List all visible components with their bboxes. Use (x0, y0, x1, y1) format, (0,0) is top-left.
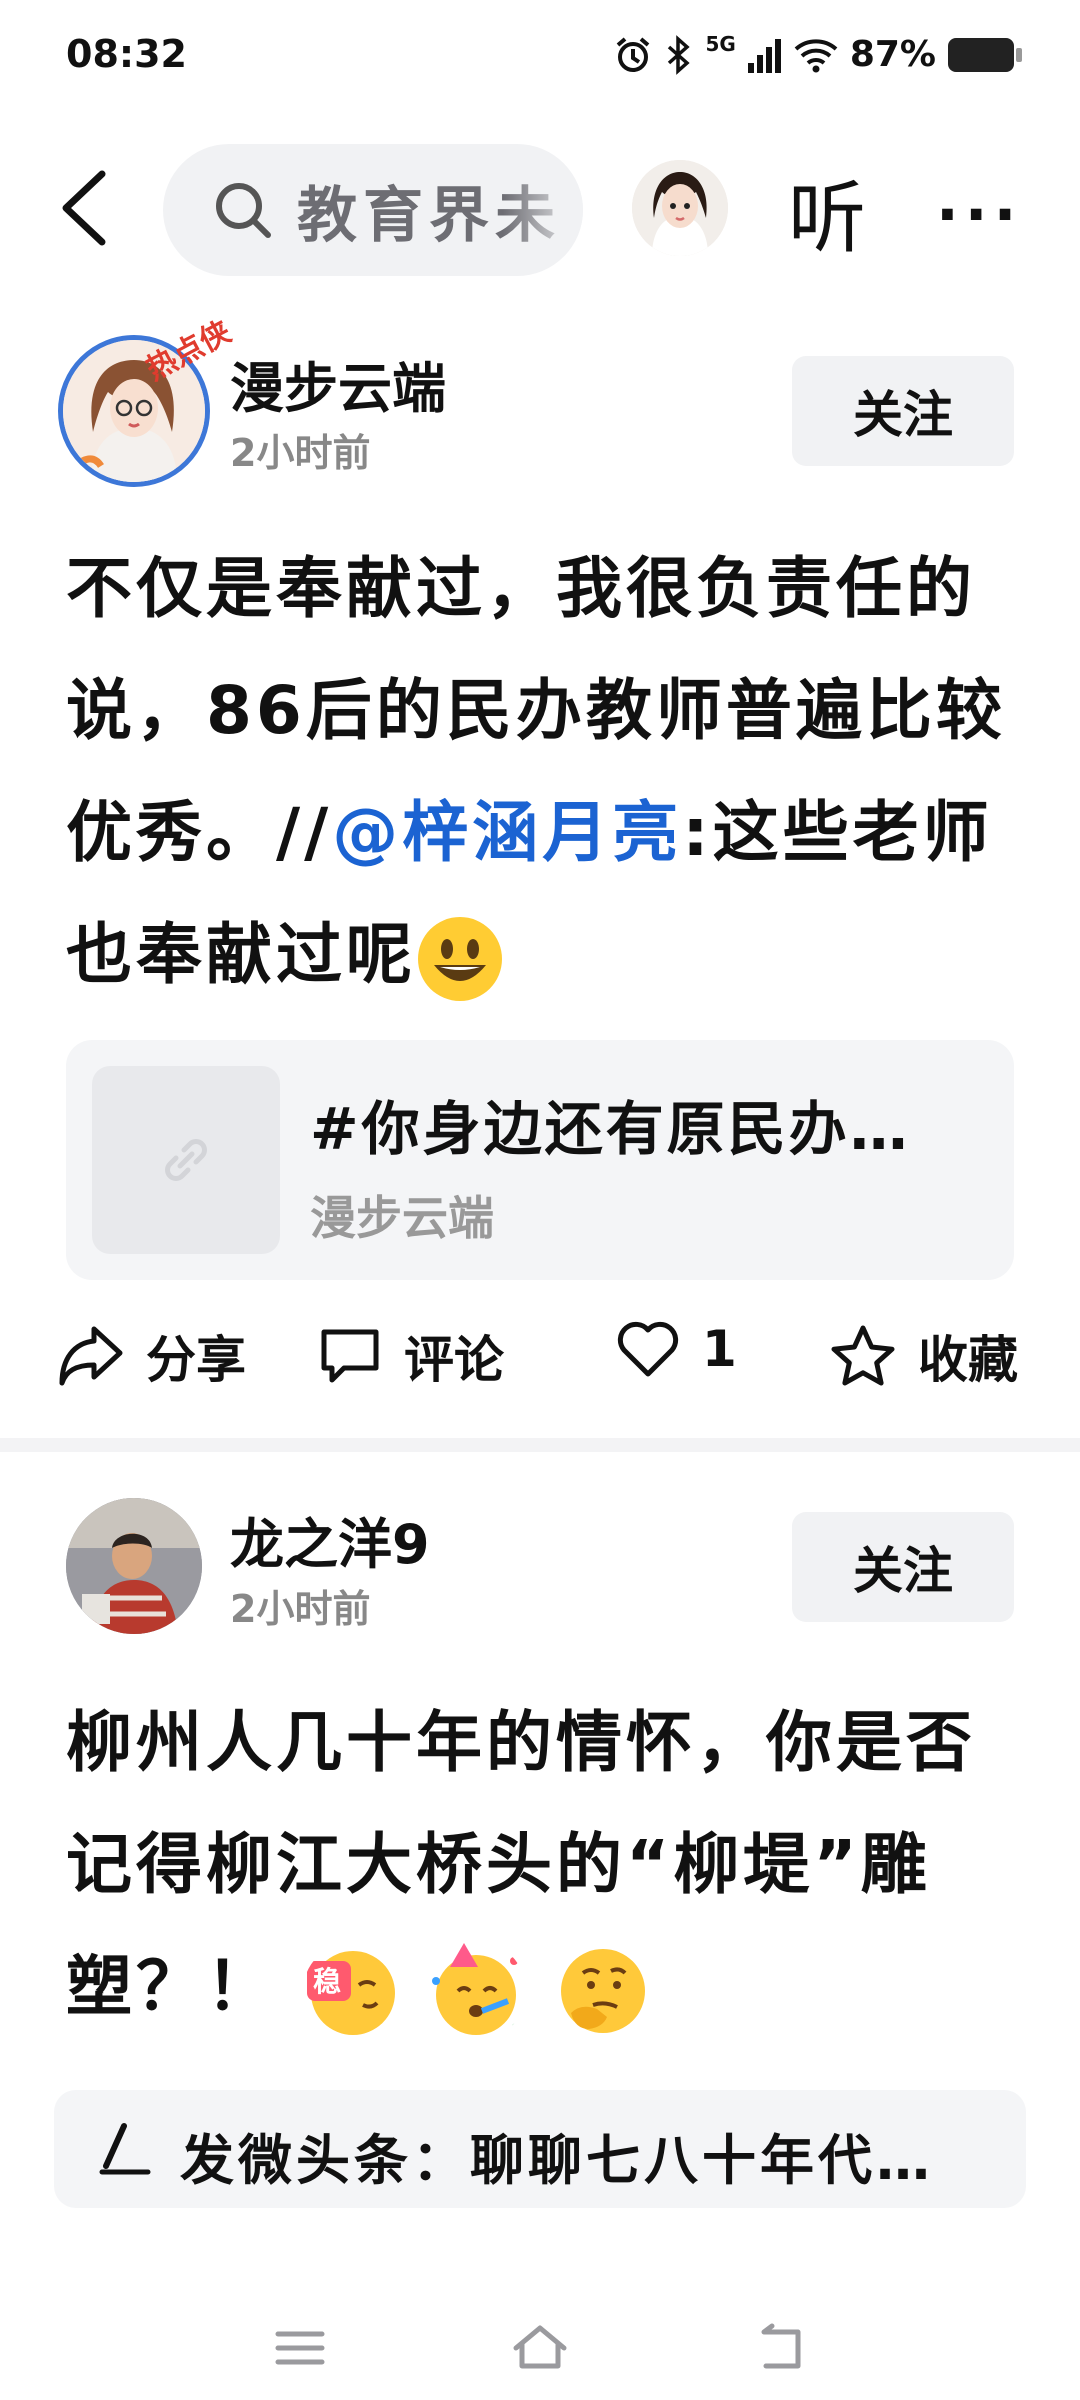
steady-emoji: 稳 (306, 1950, 395, 2035)
pen-icon (99, 2123, 151, 2175)
link-card[interactable]: #你身边还有原民办… 漫步云端 (66, 1040, 1014, 1280)
author-avatar[interactable] (66, 1498, 202, 1634)
post-time: 2小时前 (230, 431, 371, 475)
comment-label: 评论 (404, 1331, 504, 1389)
signal-icon (747, 38, 781, 73)
party-face-emoji (431, 1942, 520, 2035)
network-label: 5G (705, 32, 736, 56)
svg-text:稳: 稳 (313, 1965, 345, 1998)
author-name[interactable]: 龙之洋9 (230, 1500, 430, 1579)
mention-link[interactable]: @梓涵月亮 (332, 794, 682, 871)
system-nav-bar (0, 2300, 1080, 2400)
menu-icon[interactable] (272, 2320, 328, 2376)
share-label: 分享 (146, 1331, 246, 1389)
back-nav-icon[interactable] (752, 2320, 808, 2376)
status-icons: 5G 87% (613, 32, 1022, 75)
wifi-icon (794, 38, 838, 72)
back-arrow-icon[interactable] (56, 168, 116, 248)
post-time: 2小时前 (230, 1587, 371, 1631)
like-button[interactable]: 1 (616, 1320, 737, 1378)
follow-button[interactable]: 关注 (792, 1512, 1014, 1622)
link-icon (165, 1139, 207, 1181)
avatar-illustration (632, 160, 728, 256)
thinking-face-emoji (560, 1948, 645, 2033)
star-icon (831, 1325, 895, 1386)
heart-icon (617, 1321, 679, 1377)
home-icon[interactable] (512, 2320, 568, 2376)
post-actions: 分享 评论 1 收藏 (0, 1310, 1080, 1400)
grinning-face-emoji (418, 916, 502, 1001)
search-bar[interactable]: 教育界未 (163, 144, 583, 276)
share-button[interactable]: 分享 (58, 1320, 246, 1392)
bluetooth-icon (668, 34, 691, 75)
link-source: 漫步云端 (310, 1191, 494, 1245)
feed-divider (0, 1438, 1080, 1452)
favorite-button[interactable]: 收藏 (830, 1320, 1018, 1392)
author-name[interactable]: 漫步云端 (230, 344, 446, 423)
link-title: #你身边还有原民办… (310, 1095, 911, 1163)
favorite-label: 收藏 (918, 1331, 1018, 1389)
post-text[interactable]: 柳州人几十年的情怀，你是否记得柳江大桥头的“柳堤”雕塑？！ 稳 (66, 1682, 1026, 2048)
comment-button[interactable]: 评论 (318, 1320, 504, 1392)
search-icon (216, 183, 271, 238)
link-thumbnail (92, 1066, 280, 1254)
follow-button[interactable]: 关注 (792, 356, 1014, 466)
status-time: 08:32 (66, 32, 187, 76)
alarm-icon (617, 36, 650, 72)
status-bar: 08:32 5G 87% (0, 0, 1080, 115)
compose-bar[interactable]: 发微头条：聊聊七八十年代… (54, 2090, 1026, 2208)
share-icon (59, 1326, 123, 1386)
user-avatar[interactable] (632, 160, 728, 256)
battery-icon (948, 37, 1022, 72)
more-options-button[interactable]: ··· (936, 180, 1022, 250)
listen-button[interactable]: 听 (788, 156, 866, 268)
comment-icon (321, 1329, 379, 1383)
compose-prompt: 发微头条：聊聊七八十年代… (180, 2129, 934, 2192)
author-avatar-image (66, 1498, 202, 1634)
post-text[interactable]: 不仅是奉献过，我很负责任的说，86后的民办教师普遍比较优秀。//@梓涵月亮:这些… (66, 528, 1026, 1016)
top-bar: 教育界未 听 ··· (0, 140, 1080, 280)
like-count: 1 (702, 1320, 737, 1378)
battery-percent: 87% (849, 34, 936, 75)
